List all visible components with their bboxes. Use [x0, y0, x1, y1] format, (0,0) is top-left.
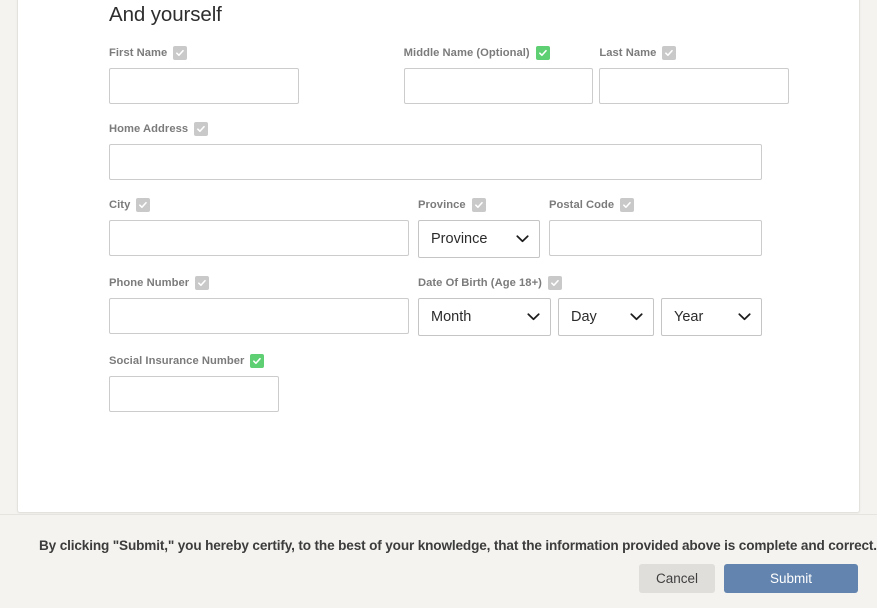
- postal-code-input[interactable]: [549, 220, 762, 256]
- sin-row: Social Insurance Number: [109, 352, 789, 412]
- checkbox-city[interactable]: [136, 197, 151, 212]
- field-date-of-birth: Date Of Birth (Age 18+) Month Day Year: [418, 274, 762, 336]
- form-card: And yourself First Name Middle Name (Opt…: [17, 0, 860, 513]
- form-card-content: And yourself First Name Middle Name (Opt…: [109, 0, 790, 428]
- label-last-name: Last Name: [599, 46, 657, 59]
- dob-year-wrapper: Year: [661, 298, 762, 336]
- checkbox-last-name[interactable]: [662, 45, 677, 60]
- province-select-wrapper: Province: [418, 220, 540, 258]
- certification-text: By clicking "Submit," you hereby certify…: [39, 538, 877, 553]
- label-phone-number: Phone Number: [109, 276, 190, 289]
- label-first-name: First Name: [109, 46, 168, 59]
- field-province: Province Province: [418, 196, 540, 258]
- dob-day-select[interactable]: Day: [558, 298, 654, 336]
- checkbox-date-of-birth[interactable]: [547, 275, 562, 290]
- field-home-address: Home Address: [109, 120, 762, 180]
- label-line-last-name: Last Name: [599, 44, 789, 61]
- dob-select-group: Month Day Year: [418, 298, 762, 336]
- label-line-first-name: First Name: [109, 44, 299, 61]
- name-row: First Name Middle Name (Optional) Last N…: [109, 44, 790, 104]
- field-last-name: Last Name: [599, 44, 790, 104]
- submit-button[interactable]: Submit: [724, 564, 858, 593]
- checkbox-first-name[interactable]: [173, 45, 188, 60]
- label-social-insurance-number: Social Insurance Number: [109, 354, 245, 367]
- footer-bar: By clicking "Submit," you hereby certify…: [0, 514, 877, 608]
- label-line-city: City: [109, 196, 409, 213]
- label-city: City: [109, 198, 131, 211]
- field-first-name: First Name: [109, 44, 299, 104]
- label-line-postal-code: Postal Code: [549, 196, 762, 213]
- dob-day-wrapper: Day: [558, 298, 654, 336]
- field-postal-code: Postal Code: [549, 196, 762, 258]
- checkbox-social-insurance-number[interactable]: [250, 353, 265, 368]
- field-city: City: [109, 196, 409, 258]
- phone-number-input[interactable]: [109, 298, 409, 334]
- middle-name-input[interactable]: [403, 68, 594, 104]
- label-province: Province: [418, 198, 466, 211]
- first-name-input[interactable]: [109, 68, 299, 104]
- footer-button-group: Cancel Submit: [638, 564, 858, 593]
- label-line-phone-number: Phone Number: [109, 274, 409, 291]
- address-row: Home Address: [109, 120, 789, 180]
- checkbox-postal-code[interactable]: [620, 197, 635, 212]
- checkbox-home-address[interactable]: [194, 121, 209, 136]
- label-line-date-of-birth: Date Of Birth (Age 18+): [418, 274, 762, 291]
- page-root: And yourself First Name Middle Name (Opt…: [0, 0, 877, 608]
- last-name-input[interactable]: [599, 68, 790, 104]
- province-select[interactable]: Province: [418, 220, 540, 258]
- city-input[interactable]: [109, 220, 409, 256]
- dob-month-select[interactable]: Month: [418, 298, 551, 336]
- social-insurance-number-input[interactable]: [109, 376, 279, 412]
- city-province-postal-row: City Province Province Postal Code: [109, 196, 789, 258]
- checkbox-phone-number[interactable]: [195, 275, 210, 290]
- label-home-address: Home Address: [109, 122, 189, 135]
- phone-dob-row: Phone Number Date Of Birth (Age 18+) Mon…: [109, 274, 789, 336]
- label-line-province: Province: [418, 196, 540, 213]
- label-line-sin: Social Insurance Number: [109, 352, 279, 369]
- checkbox-middle-name[interactable]: [535, 45, 550, 60]
- field-phone-number: Phone Number: [109, 274, 409, 336]
- label-postal-code: Postal Code: [549, 198, 615, 211]
- cancel-button[interactable]: Cancel: [638, 564, 715, 593]
- checkbox-province[interactable]: [471, 197, 486, 212]
- field-middle-name: Middle Name (Optional): [403, 44, 594, 104]
- label-line-home-address: Home Address: [109, 120, 762, 137]
- label-line-middle-name: Middle Name (Optional): [404, 44, 594, 61]
- label-date-of-birth: Date Of Birth (Age 18+): [418, 276, 542, 289]
- page-title: And yourself: [109, 3, 222, 26]
- field-social-insurance-number: Social Insurance Number: [109, 352, 279, 412]
- label-middle-name: Middle Name (Optional): [403, 46, 530, 59]
- dob-month-wrapper: Month: [418, 298, 551, 336]
- home-address-input[interactable]: [109, 144, 762, 180]
- dob-year-select[interactable]: Year: [661, 298, 762, 336]
